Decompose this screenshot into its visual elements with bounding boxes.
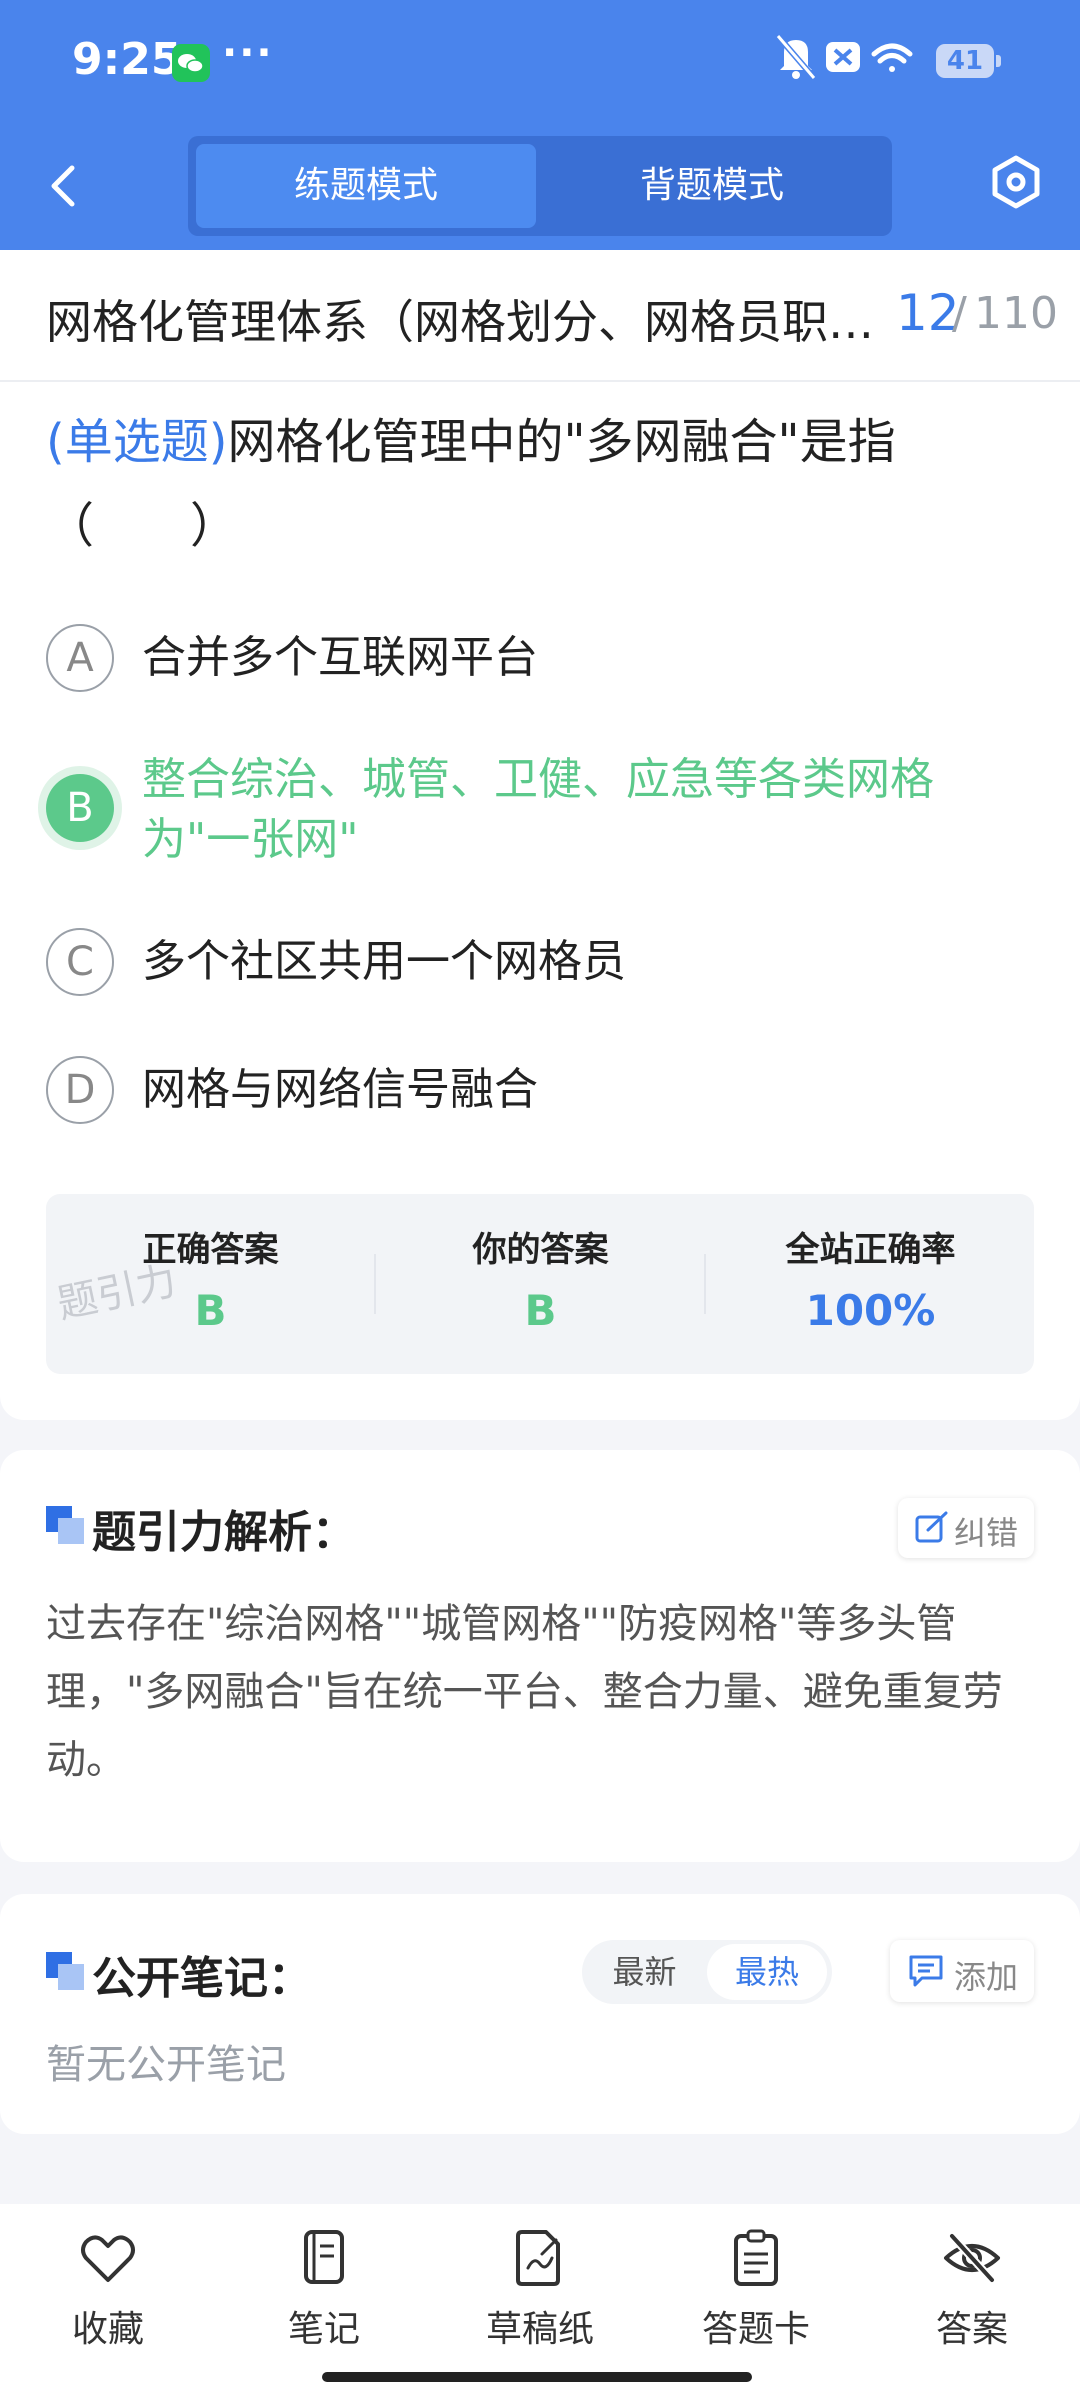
- add-note-button[interactable]: 添加: [890, 1940, 1034, 2002]
- option-d[interactable]: D 网格与网络信号融合: [46, 1056, 1036, 1136]
- option-text: 整合综治、城管、卫健、应急等各类网格为"一张网": [142, 754, 934, 865]
- question-blank: （ ）: [46, 498, 239, 554]
- bottom-toolbar: 收藏 笔记 草稿纸 答题卡 答案: [0, 2204, 1080, 2400]
- accuracy-rate-column: 全站正确率 100%: [706, 1194, 1035, 1374]
- your-answer-value: B: [524, 1286, 557, 1335]
- option-letter-circle: D: [46, 1056, 114, 1124]
- analysis-title: 题引力解析：: [92, 1507, 356, 1558]
- progress-current: 12: [896, 284, 960, 342]
- notes-title: 公开笔记：: [92, 1953, 312, 2004]
- your-answer-column: 你的答案 B: [376, 1194, 705, 1374]
- correction-label: 纠错: [954, 1514, 1019, 1552]
- answer-card-button[interactable]: 答题卡: [676, 2228, 836, 2368]
- status-time: 9:25: [72, 34, 182, 85]
- option-text: 网格与网络信号融合: [142, 1064, 538, 1115]
- analysis-card: 题引力解析： 纠错 过去存在"综治网格""城管网格""防疫网格"等多头管理，"多…: [0, 1450, 1080, 1862]
- your-answer-label: 你的答案: [472, 1230, 609, 1270]
- accuracy-rate-label: 全站正确率: [785, 1230, 956, 1270]
- draft-paper-button[interactable]: 草稿纸: [460, 2228, 620, 2368]
- question-type: (单选题): [46, 414, 228, 470]
- option-text: 多个社区共用一个网格员: [142, 936, 626, 987]
- back-button[interactable]: [36, 150, 96, 220]
- wechat-notification-icon: [172, 44, 210, 82]
- settings-hexagon-icon[interactable]: [986, 152, 1046, 212]
- option-letter-circle: B: [46, 774, 114, 842]
- wifi-icon: [871, 43, 913, 72]
- option-c[interactable]: C 多个社区共用一个网格员: [46, 928, 1036, 1008]
- answer-card-icon: [734, 2229, 778, 2286]
- tab-recite-mode[interactable]: 背题模式: [540, 144, 884, 228]
- analysis-text: 过去存在"综治网格""城管网格""防疫网格"等多头管理，"多网融合"旨在统一平台…: [46, 1601, 1003, 1783]
- sort-hot-option[interactable]: 最热: [707, 1944, 827, 2000]
- question-card: (单选题)网格化管理中的"多网融合"是指 （ ） A 合并多个互联网平台 B 整…: [0, 382, 1080, 1420]
- close-notification-icon: [826, 42, 860, 72]
- favorite-label: 收藏: [71, 2309, 144, 2350]
- heart-icon: [81, 2235, 135, 2282]
- chapter-title-bar: 网格化管理体系（网格划分、网格员职责与管理） 12 / 110: [0, 250, 1080, 382]
- option-text: 合并多个互联网平台: [142, 632, 538, 683]
- answer-summary-panel: 正确答案 B 你的答案 B 全站正确率 100% 题引力: [46, 1194, 1034, 1374]
- draft-paper-label: 草稿纸: [485, 2309, 594, 2350]
- eye-off-icon: [944, 2233, 1000, 2283]
- notes-sort-toggle: 最新 最热: [582, 1940, 832, 2004]
- notebook-icon: [304, 2230, 344, 2284]
- draft-paper-icon: [516, 2230, 560, 2286]
- option-letter-circle: C: [46, 928, 114, 996]
- accuracy-rate-value: 100%: [805, 1286, 936, 1335]
- app-header: 9:25 ··· 41 练题模式 背题模式: [0, 0, 1080, 250]
- answer-visibility-button[interactable]: 答案: [892, 2228, 1052, 2368]
- answer-visibility-label: 答案: [935, 2309, 1008, 2350]
- question-text: 网格化管理中的"多网融合"是指: [227, 414, 896, 470]
- option-letter-circle: A: [46, 624, 114, 692]
- section-squares-icon: [46, 1506, 86, 1546]
- favorite-button[interactable]: 收藏: [28, 2228, 188, 2368]
- option-a[interactable]: A 合并多个互联网平台: [46, 624, 1036, 704]
- edit-icon: [915, 1511, 948, 1543]
- option-b[interactable]: B 整合综治、城管、卫健、应急等各类网格为"一张网": [46, 752, 1036, 882]
- add-note-label: 添加: [954, 1958, 1019, 1996]
- home-indicator[interactable]: [322, 2372, 752, 2382]
- more-notifications-icon: ···: [222, 30, 274, 76]
- notes-empty-text: 暂无公开笔记: [46, 2042, 286, 2088]
- answer-card-label: 答题卡: [701, 2309, 810, 2350]
- notes-button[interactable]: 笔记: [244, 2228, 404, 2368]
- public-notes-card: 公开笔记： 最新 最热 添加 暂无公开笔记: [0, 1894, 1080, 2134]
- question-stem: (单选题)网格化管理中的"多网融合"是指 （ ）: [46, 400, 1036, 568]
- mode-toggle: 练题模式 背题模式: [188, 136, 892, 236]
- battery-icon: 41: [936, 44, 1001, 78]
- bell-muted-icon: [775, 34, 817, 80]
- comment-icon: [909, 1955, 943, 1987]
- chapter-title[interactable]: 网格化管理体系（网格划分、网格员职责与管理）: [46, 286, 876, 352]
- progress-separator: /: [952, 288, 967, 339]
- sort-latest-option[interactable]: 最新: [582, 1940, 707, 2004]
- tab-practice-mode[interactable]: 练题模式: [196, 144, 536, 228]
- notes-label: 笔记: [287, 2309, 360, 2350]
- progress-total: 110: [974, 288, 1058, 339]
- section-squares-icon: [46, 1952, 86, 1992]
- correction-button[interactable]: 纠错: [898, 1498, 1034, 1558]
